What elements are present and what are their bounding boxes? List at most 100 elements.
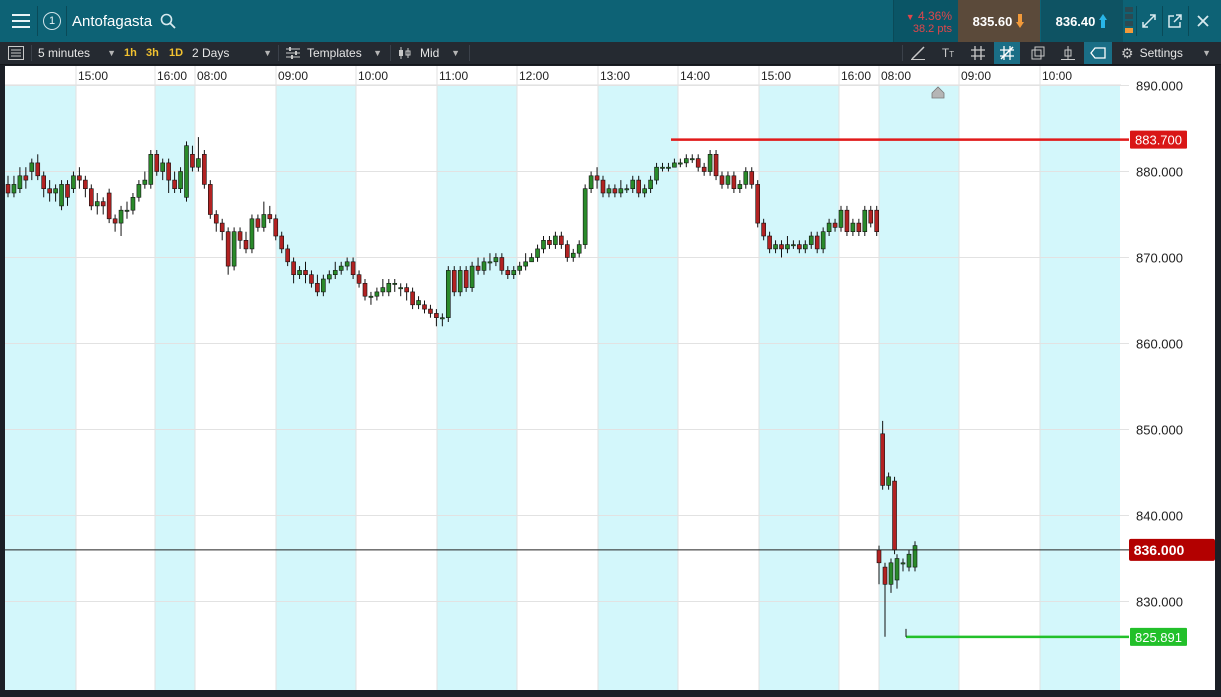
price-tick-label: 880.000 bbox=[1136, 165, 1183, 180]
grid-toggle-button[interactable] bbox=[968, 42, 988, 64]
menu-button[interactable] bbox=[6, 0, 36, 42]
quick-interval-1h[interactable]: 1h bbox=[124, 42, 137, 64]
bearish-candle bbox=[701, 166, 707, 172]
chart-menu-button[interactable] bbox=[8, 42, 24, 64]
divider bbox=[37, 6, 38, 36]
bullish-candle bbox=[707, 154, 713, 172]
bearish-candle bbox=[463, 270, 469, 288]
buy-price-button[interactable]: 836.40 bbox=[1041, 0, 1123, 42]
bullish-candle bbox=[493, 257, 499, 263]
price-type-dropdown[interactable]: Mid ▼ bbox=[398, 42, 460, 64]
bullish-candle bbox=[791, 244, 796, 247]
bullish-candle bbox=[648, 179, 653, 189]
bearish-candle bbox=[505, 270, 511, 275]
bullish-candle bbox=[553, 235, 558, 245]
chevron-down-icon: ▼ bbox=[107, 48, 116, 58]
bearish-candle bbox=[434, 313, 439, 318]
crosshair-toggle-button[interactable] bbox=[994, 42, 1020, 64]
market-depth-meter-icon bbox=[1125, 7, 1133, 35]
bullish-candle bbox=[130, 197, 136, 211]
bearish-candle bbox=[89, 188, 94, 207]
search-icon bbox=[160, 13, 176, 29]
draw-line-icon bbox=[911, 46, 925, 60]
templates-label: Templates bbox=[307, 46, 362, 60]
interval-dropdown[interactable]: 5 minutes ▼ bbox=[38, 42, 116, 64]
bullish-candle bbox=[529, 257, 534, 263]
bullish-candle bbox=[906, 553, 912, 568]
time-label: 08:00 bbox=[881, 69, 911, 83]
bullish-candle bbox=[297, 270, 302, 275]
bullish-candle bbox=[17, 175, 23, 190]
bearish-candle bbox=[594, 175, 600, 181]
change-percent: 4.36% bbox=[917, 9, 952, 23]
bearish-candle bbox=[273, 218, 279, 237]
bullish-candle bbox=[570, 252, 576, 258]
bullish-candle bbox=[850, 222, 856, 233]
bearish-candle bbox=[713, 154, 719, 177]
overlay-button[interactable] bbox=[1028, 42, 1048, 64]
settings-dropdown[interactable]: ⚙ Settings ▼ bbox=[1121, 42, 1211, 64]
time-label: 12:00 bbox=[519, 69, 549, 83]
bullish-candle bbox=[894, 558, 900, 581]
bearish-candle bbox=[291, 261, 296, 276]
sell-price: 835.60 bbox=[972, 13, 1013, 29]
bullish-candle bbox=[618, 188, 624, 194]
templates-dropdown[interactable]: Templates ▼ bbox=[286, 42, 382, 64]
price-chart[interactable]: 15:00 16:00 08:00 09:00 10:00 11:00 12:00 13:00… bbox=[5, 66, 1215, 690]
bearish-candle bbox=[83, 179, 88, 189]
bullish-candle bbox=[900, 562, 906, 565]
bearish-candle bbox=[213, 214, 219, 224]
instrument-search-button[interactable] bbox=[158, 0, 178, 42]
bearish-candle bbox=[356, 274, 362, 284]
bearish-candle bbox=[636, 179, 642, 194]
bearish-candle bbox=[410, 291, 415, 306]
down-trend-arrow-icon bbox=[1016, 14, 1025, 28]
bullish-candle bbox=[826, 222, 832, 233]
text-tool-button[interactable]: TT bbox=[938, 42, 958, 64]
bullish-candle bbox=[517, 265, 523, 271]
bearish-candle bbox=[559, 235, 564, 245]
sell-price-button[interactable]: 835.60 bbox=[958, 0, 1040, 42]
bearish-candle bbox=[219, 222, 225, 233]
close-button[interactable] bbox=[1190, 0, 1216, 42]
instrument-name[interactable]: Antofagasta bbox=[72, 0, 152, 42]
quick-interval-3h[interactable]: 3h bbox=[146, 42, 159, 64]
layers-icon bbox=[1031, 46, 1045, 60]
bearish-candle bbox=[35, 162, 41, 177]
bearish-candle bbox=[225, 231, 231, 267]
time-label: 11:00 bbox=[439, 69, 468, 83]
bearish-candle bbox=[350, 261, 356, 276]
bearish-candle bbox=[882, 566, 888, 585]
price-tick-label: 890.000 bbox=[1136, 79, 1183, 94]
layout-number-button[interactable]: 1 bbox=[40, 0, 64, 42]
price-label-toggle-button[interactable] bbox=[1084, 42, 1112, 64]
bullish-candle bbox=[820, 231, 826, 250]
bullish-candle bbox=[487, 261, 493, 264]
bullish-candle bbox=[654, 166, 659, 181]
pop-out-button[interactable] bbox=[1164, 0, 1186, 42]
bearish-candle bbox=[779, 244, 784, 250]
bullish-candle bbox=[511, 270, 517, 275]
bullish-candle bbox=[535, 248, 540, 258]
time-label: 10:00 bbox=[358, 69, 388, 83]
divider bbox=[469, 45, 470, 61]
bearish-candle bbox=[880, 433, 885, 486]
chevron-down-icon: ▼ bbox=[1202, 48, 1211, 58]
session-band bbox=[276, 85, 356, 690]
chart-type-button[interactable] bbox=[1058, 42, 1078, 64]
bearish-candle bbox=[832, 222, 838, 228]
expand-button[interactable] bbox=[1138, 0, 1160, 42]
bullish-candle bbox=[416, 300, 421, 306]
bearish-candle bbox=[243, 240, 249, 250]
hamburger-menu-icon bbox=[12, 14, 30, 28]
bullish-candle bbox=[737, 184, 743, 190]
bullish-candle bbox=[440, 317, 445, 320]
bearish-candle bbox=[100, 201, 106, 207]
candlestick-chart[interactable]: 15:00 16:00 08:00 09:00 10:00 11:00 12:00 13:00… bbox=[5, 66, 1215, 690]
range-dropdown[interactable]: 2 Days ▼ bbox=[192, 42, 272, 64]
draw-line-button[interactable] bbox=[908, 42, 928, 64]
time-label: 10:00 bbox=[1042, 69, 1072, 83]
gear-icon: ⚙ bbox=[1121, 44, 1134, 61]
quick-interval-1d[interactable]: 1D bbox=[169, 42, 183, 64]
bullish-candle bbox=[11, 184, 17, 194]
